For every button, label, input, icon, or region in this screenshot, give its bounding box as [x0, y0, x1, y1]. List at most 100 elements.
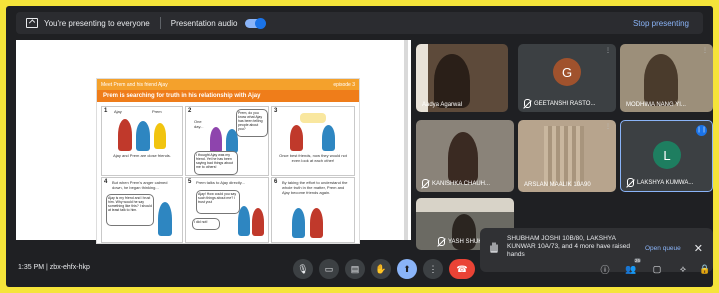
participant-avatar: G	[553, 58, 581, 86]
people-icon: 👥	[625, 263, 637, 274]
hand-icon: ✋	[375, 263, 387, 274]
speech-bubble: Prem, do you know what Ajay has been tel…	[236, 109, 268, 137]
panel-number: 2	[188, 108, 192, 114]
bottom-control-bar: 1:35 PM | zbx-ehfx-hkp 🎙 ▭ ▤ ✋ ⬆ ⋮ ☎ ⓘ 👥…	[6, 252, 713, 287]
thought-bubble: Ajay is my friend and I trust him. Why w…	[106, 194, 154, 226]
panel-caption: Once best friends, now they would not ev…	[279, 153, 347, 163]
comic-panel-3: 3 Once best friends, now they would not …	[271, 106, 355, 176]
shapes-icon: ⟡	[680, 263, 686, 274]
participant-name: Aadya Agarwal	[422, 102, 463, 108]
character-prem	[238, 206, 250, 236]
activities-button[interactable]: ⟡	[676, 262, 690, 276]
present-now-button[interactable]: ⬆	[397, 259, 417, 279]
more-options-icon[interactable]: ⋮	[605, 47, 611, 54]
participant-video	[448, 132, 478, 184]
chat-button[interactable]: ▢	[650, 262, 664, 276]
comic-panel-2: 2 One day... Prem, do you know what Ajay…	[185, 106, 269, 176]
panel-caption: By taking the effort to understand the w…	[282, 180, 348, 195]
thought-bubble: I thought Ajay was my friend. Yet he has…	[194, 151, 238, 175]
character-ajay	[252, 208, 264, 236]
character-ajay	[118, 119, 132, 151]
panel-number: 5	[188, 179, 192, 185]
panel-number: 1	[104, 108, 108, 114]
character-friend	[154, 123, 166, 149]
character-ajay	[310, 208, 323, 238]
participant-tile[interactable]: ⋮ G GEETANSHI RASTO...	[518, 44, 616, 112]
more-options-button[interactable]: ⋮	[423, 259, 443, 279]
participant-name: ARSLAN MAALIK 10A90	[524, 182, 591, 188]
participant-tile[interactable]: ⋮ ARSLAN MAALIK 10A90	[518, 120, 616, 192]
meet-window: You're presenting to everyone Presentati…	[6, 6, 713, 287]
panel-label-ajay: Ajay	[114, 109, 122, 114]
panel-number: 6	[274, 179, 278, 185]
panel-text: One day...	[194, 119, 204, 129]
chat-icon: ▢	[652, 263, 662, 274]
participant-avatar: L	[653, 141, 681, 169]
character-prem	[226, 129, 238, 153]
slide-header: Meet Prem and his friend Ajay episode 3	[97, 79, 359, 90]
character-friend	[210, 127, 222, 153]
present-icon: ⬆	[403, 263, 411, 274]
lock-icon: 🔒	[699, 263, 711, 274]
panel-number: 4	[104, 179, 108, 185]
more-options-icon[interactable]: ⋮	[702, 47, 708, 54]
slide-header-left: Meet Prem and his friend Ajay	[101, 81, 168, 88]
banner-divider	[159, 17, 161, 29]
character-prem	[136, 121, 150, 151]
comic-panel-5: 5 Prem talks to Ajay directly... Ajay! H…	[185, 177, 269, 243]
presenting-status: You're presenting to everyone	[44, 18, 150, 28]
mic-off-icon	[422, 179, 429, 188]
mic-off-icon	[438, 237, 445, 246]
participant-name: KANISHKA CHAUH...	[422, 179, 490, 188]
participant-name: GEETANSHI RASTO...	[524, 99, 595, 108]
people-button[interactable]: 👥 26	[624, 258, 641, 276]
presentation-audio-toggle[interactable]	[245, 17, 267, 29]
participant-video	[544, 126, 584, 186]
captions-icon: ▤	[350, 263, 360, 274]
slide-title: Prem is searching for truth in his relat…	[97, 90, 359, 102]
info-icon: ⓘ	[600, 264, 610, 275]
meeting-details-button[interactable]: ⓘ	[598, 262, 612, 276]
host-controls-button[interactable]: 🔒	[698, 262, 712, 276]
panel-label-prem: Prem	[152, 109, 162, 114]
raise-hand-button[interactable]: ✋	[371, 259, 391, 279]
stop-presenting-button[interactable]: Stop presenting	[633, 19, 689, 28]
reply-bubble: I did not!	[192, 218, 220, 230]
meeting-code: zbx-ehfx-hkp	[49, 264, 90, 271]
presenting-banner: You're presenting to everyone Presentati…	[16, 12, 703, 34]
comic-panel-4: 4 But when Prem's anger calmed down, he …	[101, 177, 183, 243]
more-vert-icon: ⋮	[428, 263, 438, 274]
meeting-time: 1:35 PM	[18, 264, 45, 271]
participant-count-badge: 26	[633, 258, 641, 263]
slide: Meet Prem and his friend Ajay episode 3 …	[96, 78, 360, 244]
participant-tile[interactable]: Aadya Agarwal	[416, 44, 508, 112]
microphone-button[interactable]: 🎙	[293, 259, 313, 279]
character-prem	[158, 202, 172, 236]
panel-caption: Ajay and Prem are close friends.	[113, 153, 171, 158]
open-queue-button[interactable]: Open queue	[645, 245, 681, 252]
presentation-audio-label: Presentation audio	[170, 18, 238, 28]
character-prem	[322, 125, 335, 151]
background-wall	[416, 198, 514, 212]
participant-name: LAKSHYA KUMWA...	[627, 178, 693, 187]
participant-tile[interactable]: ❘❘ L LAKSHYA KUMWA...	[620, 120, 713, 192]
slide-header-right: episode 3	[333, 81, 355, 88]
mic-off-icon	[524, 99, 531, 108]
participant-tile[interactable]: ⋮ MODHIMA NANG YI...	[620, 44, 713, 112]
more-options-icon[interactable]: ⋮	[605, 123, 611, 130]
camera-button[interactable]: ▭	[319, 259, 339, 279]
present-screen-icon	[26, 18, 38, 28]
mic-off-icon	[627, 178, 634, 187]
camera-icon: ▭	[324, 263, 334, 274]
leave-call-button[interactable]: ☎	[449, 259, 475, 279]
character-ajay	[290, 125, 303, 151]
panel-caption: But when Prem's anger calmed down, he be…	[112, 180, 168, 190]
participant-tile[interactable]: KANISHKA CHAUH...	[416, 120, 514, 192]
speaking-indicator-icon: ❘❘	[696, 125, 707, 136]
character-prem	[292, 208, 305, 238]
stage-divider	[404, 40, 408, 240]
participant-video	[434, 54, 470, 108]
captions-button[interactable]: ▤	[345, 259, 365, 279]
phone-end-icon: ☎	[456, 263, 468, 274]
speech-bubble: Ajay! How could you say such things abou…	[196, 190, 240, 214]
